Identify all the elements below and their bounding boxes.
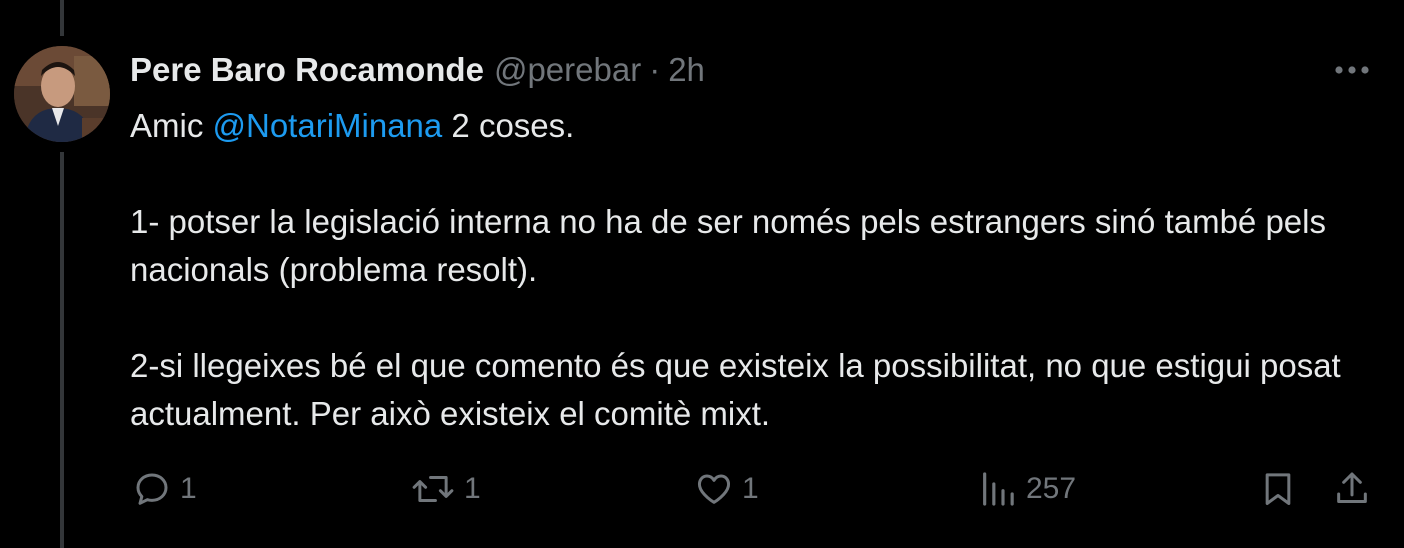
views-count: 257 — [1026, 472, 1077, 505]
tweet-line-2: 1- potser la legislació interna no ha de… — [130, 203, 1326, 288]
user-handle[interactable]: @perebar — [494, 50, 641, 90]
repost-button[interactable]: 1 — [410, 462, 481, 516]
display-name[interactable]: Pere Baro Rocamonde — [130, 50, 484, 90]
thread-line-top — [60, 0, 64, 36]
more-button[interactable] — [1330, 52, 1374, 88]
avatar[interactable] — [14, 46, 110, 142]
timestamp[interactable]: 2h — [668, 50, 705, 90]
avatar-image — [14, 46, 110, 142]
tweet-line-1: Amic @NotariMinana 2 coses. — [130, 102, 1370, 150]
like-count: 1 — [742, 472, 759, 505]
action-bar: 1 1 1 257 — [0, 462, 1404, 516]
bookmark-icon — [1265, 473, 1291, 505]
tweet-text: Amic @NotariMinana 2 coses. 1- potser la… — [130, 102, 1370, 438]
share-icon — [1337, 472, 1367, 503]
tweet-prefix: Amic — [130, 107, 213, 144]
separator-dot: · — [649, 51, 661, 88]
share-button[interactable] — [1332, 462, 1372, 516]
repost-count: 1 — [464, 472, 481, 505]
like-button[interactable]: 1 — [694, 462, 759, 516]
reply-icon — [136, 473, 168, 505]
mention-link[interactable]: @NotariMinana — [213, 107, 443, 144]
reply-button[interactable]: 1 — [132, 462, 197, 516]
bookmark-button[interactable] — [1258, 462, 1298, 516]
tweet-line-3: 2-si llegeixes bé el que comento és que … — [130, 347, 1341, 432]
tweet-header: Pere Baro Rocamonde @perebar · 2h — [130, 50, 705, 90]
heart-icon — [697, 474, 731, 504]
more-icon — [1335, 66, 1369, 74]
reply-count: 1 — [180, 472, 197, 505]
repost-icon — [412, 476, 454, 502]
views-button[interactable]: 257 — [978, 462, 1076, 516]
tweet-suffix: 2 coses. — [442, 107, 575, 144]
views-icon — [983, 472, 1014, 506]
